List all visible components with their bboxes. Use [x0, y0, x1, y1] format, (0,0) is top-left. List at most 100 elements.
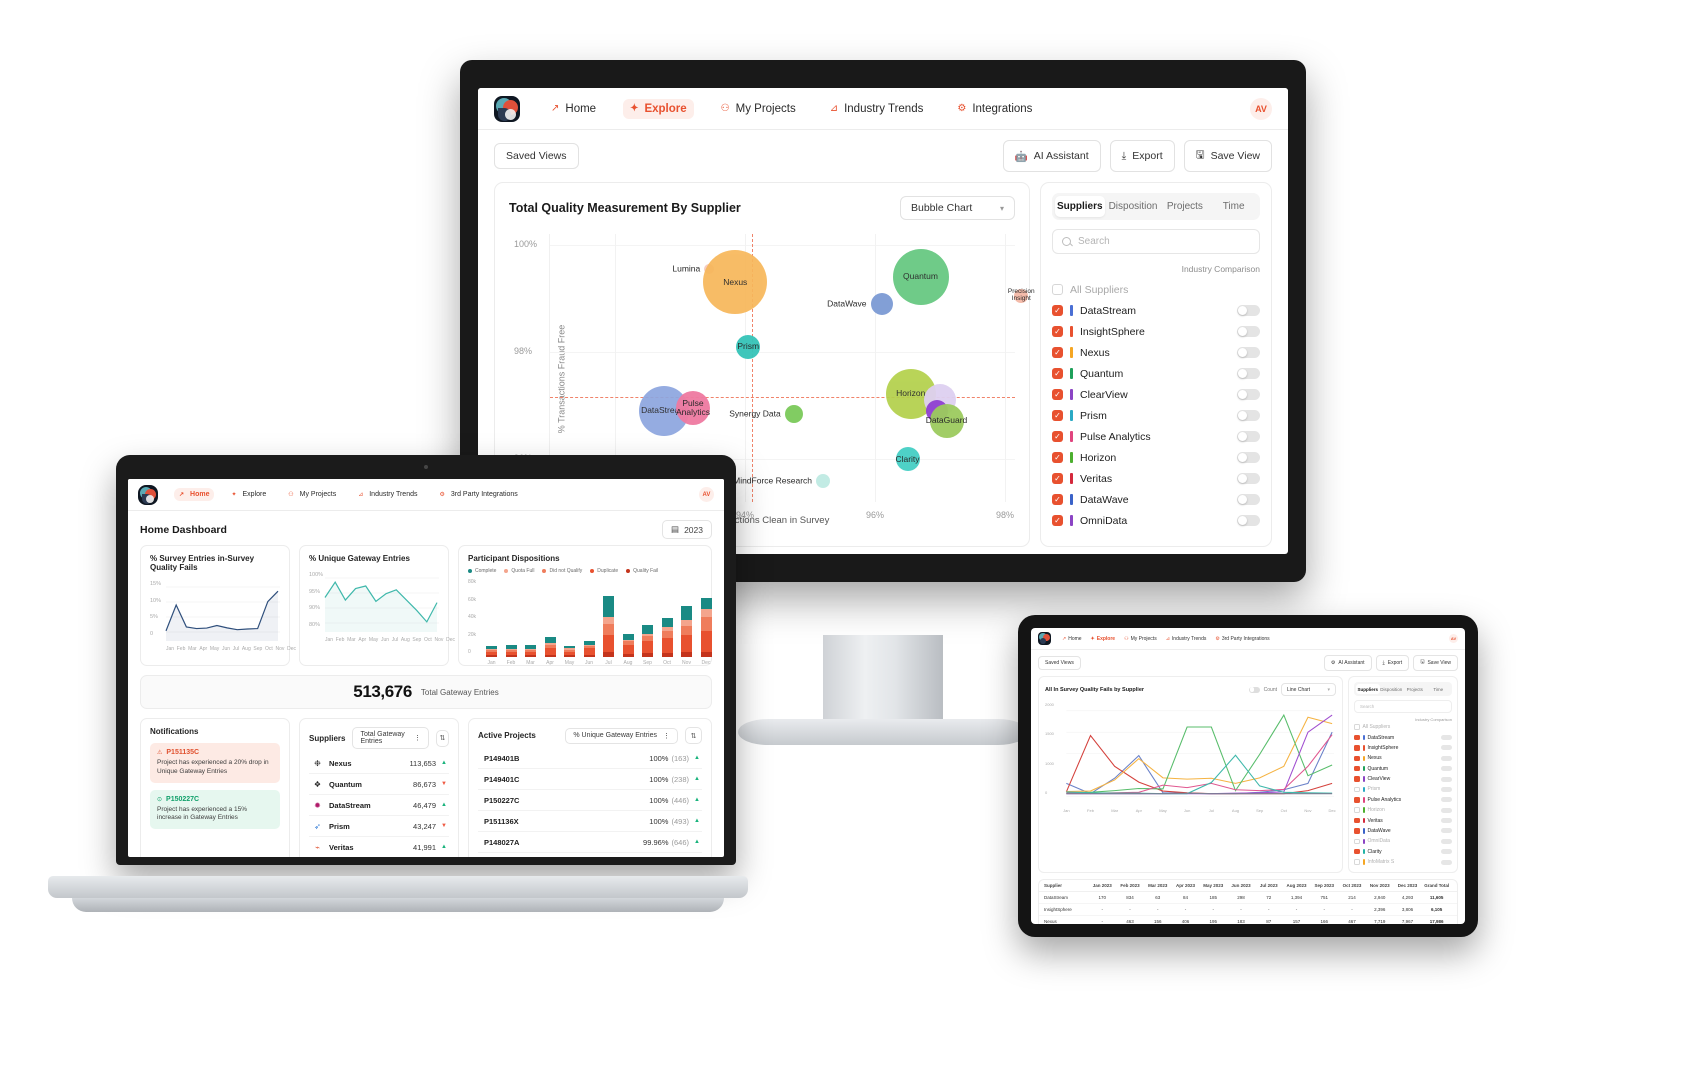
- filter-row[interactable]: InfoMatrix S: [1354, 857, 1452, 867]
- checkbox[interactable]: [1354, 755, 1360, 762]
- bar-column[interactable]: [564, 646, 575, 657]
- year-select[interactable]: ▤ 2023: [662, 520, 712, 539]
- industry-comparison-toggle[interactable]: [1237, 326, 1260, 337]
- bar-column[interactable]: [681, 605, 692, 657]
- filter-row[interactable]: Nexus: [1052, 342, 1260, 363]
- table-row[interactable]: P149401B 100% (163) ▲: [478, 748, 702, 769]
- checkbox[interactable]: [1354, 838, 1360, 845]
- bar-column[interactable]: [544, 636, 556, 657]
- notification-item[interactable]: ⊙ P150227C Project has experienced a 15% i…: [150, 789, 280, 830]
- tab-time[interactable]: Time: [1210, 196, 1257, 217]
- nav-item-home[interactable]: ↗ Home: [1062, 636, 1082, 642]
- tab-suppliers[interactable]: Suppliers: [1055, 196, 1105, 217]
- metric-select[interactable]: % Unique Gateway Entries ⋮: [565, 727, 678, 744]
- checkbox[interactable]: [1354, 797, 1360, 803]
- table-row[interactable]: P151136X 100% (493) ▲: [478, 811, 702, 832]
- bubble-precision-insight[interactable]: Precision Insight: [1008, 288, 1035, 303]
- table-row[interactable]: P149401C 100% (238) ▲: [478, 769, 702, 790]
- industry-comparison-toggle[interactable]: [1441, 828, 1452, 834]
- bar-column[interactable]: [505, 644, 517, 657]
- table-row[interactable]: Nexus - 463 156 406 195 183 87 157 166 467 7,719 7,9…: [1039, 916, 1457, 924]
- filter-row[interactable]: Quantum: [1354, 764, 1452, 774]
- checkbox[interactable]: [1354, 817, 1360, 824]
- tab-projects[interactable]: Projects: [1403, 684, 1427, 694]
- filter-row-all[interactable]: All Suppliers: [1052, 279, 1260, 300]
- checkbox[interactable]: [1354, 828, 1360, 834]
- count-toggle[interactable]: [1248, 686, 1260, 693]
- nav-item-3rd-party-integrations[interactable]: ⚙ 3rd Party Integrations: [1215, 636, 1269, 642]
- nav-item-industry-trends[interactable]: ⊿ Industry Trends: [1166, 636, 1207, 642]
- table-row[interactable]: P150227C 100% (446) ▲: [478, 790, 702, 811]
- checkbox[interactable]: [1052, 494, 1063, 505]
- filter-row[interactable]: Clarity: [1354, 847, 1452, 857]
- nav-item-my-projects[interactable]: ⚇ My Projects: [714, 99, 803, 119]
- bubble-dataguard[interactable]: DataGuard: [926, 403, 967, 438]
- checkbox[interactable]: [1354, 765, 1360, 772]
- avatar[interactable]: AV: [1250, 97, 1272, 120]
- ai-assistant-button[interactable]: ⚙ AI Assistant: [1323, 655, 1372, 671]
- bubble-pulse-analytics[interactable]: Pulse Analytics: [676, 391, 710, 426]
- industry-comparison-toggle[interactable]: [1441, 859, 1452, 865]
- table-row[interactable]: P151135B99.86% (493)▲: [478, 853, 702, 857]
- industry-comparison-toggle[interactable]: [1441, 745, 1452, 751]
- bar-column[interactable]: [603, 596, 614, 657]
- checkbox[interactable]: [1052, 347, 1063, 358]
- saved-views-button[interactable]: Saved Views: [494, 143, 579, 169]
- filter-row[interactable]: InsightSphere: [1052, 321, 1260, 342]
- industry-comparison-toggle[interactable]: [1237, 431, 1260, 442]
- table-row[interactable]: ❉ Nexus 113,653 ▲: [309, 753, 449, 774]
- nav-item-3rd-party-integrations[interactable]: ⚙ 3rd Party Integrations: [434, 488, 522, 501]
- ai-assistant-button[interactable]: 🤖 AI Assistant: [1002, 140, 1101, 172]
- checkbox[interactable]: [1052, 326, 1063, 337]
- industry-comparison-toggle[interactable]: [1441, 735, 1452, 741]
- industry-comparison-toggle[interactable]: [1237, 368, 1260, 379]
- industry-comparison-toggle[interactable]: [1441, 766, 1452, 772]
- nav-item-explore[interactable]: ✦ Explore: [226, 488, 271, 501]
- table-row[interactable]: ✹ DataStream 46,479 ▲: [309, 795, 449, 816]
- save-view-button[interactable]: 🖫 Save View: [1183, 140, 1272, 172]
- table-row[interactable]: ⌁ Veritas 41,991 ▲: [309, 837, 449, 857]
- bubble-datawave[interactable]: [870, 292, 893, 315]
- bubble-nexus[interactable]: Nexus: [703, 250, 768, 315]
- bar-column[interactable]: [700, 597, 712, 657]
- checkbox[interactable]: [1052, 305, 1063, 316]
- table-row[interactable]: ❖ Quantum 86,673 ▼: [309, 774, 449, 795]
- tab-projects[interactable]: Projects: [1162, 196, 1209, 217]
- table-row[interactable]: ➶ Prism 43,247 ▼: [309, 816, 449, 837]
- bar-column[interactable]: [525, 644, 536, 657]
- checkbox[interactable]: [1052, 431, 1063, 442]
- industry-comparison-toggle[interactable]: [1441, 838, 1452, 844]
- bubble-prism[interactable]: Prism: [736, 334, 761, 359]
- nav-item-home[interactable]: ↗ Home: [174, 488, 215, 501]
- column-header[interactable]: Jan 2023: [1088, 883, 1116, 888]
- filter-row[interactable]: Veritas: [1354, 815, 1452, 825]
- checkbox[interactable]: [1354, 724, 1360, 730]
- export-button[interactable]: ⤓ Export: [1109, 140, 1175, 172]
- industry-comparison-toggle[interactable]: [1441, 797, 1452, 803]
- filter-row[interactable]: ClearView: [1354, 774, 1452, 784]
- filter-row[interactable]: Prism: [1354, 784, 1452, 794]
- sort-button[interactable]: ⇅: [435, 729, 449, 747]
- column-header[interactable]: Aug 2023: [1283, 883, 1311, 888]
- filter-row[interactable]: DataStream: [1052, 300, 1260, 321]
- filter-row[interactable]: OmniData: [1052, 510, 1260, 531]
- bubble-mindforce-research[interactable]: [816, 473, 830, 488]
- bar-column[interactable]: [661, 618, 673, 657]
- industry-comparison-toggle[interactable]: [1237, 452, 1260, 463]
- tab-disposition[interactable]: Disposition: [1107, 196, 1160, 217]
- tab-time[interactable]: Time: [1427, 684, 1451, 694]
- column-header[interactable]: Sep 2023: [1310, 883, 1338, 888]
- column-header[interactable]: Apr 2023: [1172, 883, 1200, 888]
- bubble-clarity[interactable]: Clarity: [895, 447, 920, 472]
- bar-column[interactable]: [583, 641, 595, 657]
- column-header[interactable]: May 2023: [1199, 883, 1227, 888]
- nav-item-my-projects[interactable]: ⚇ My Projects: [1124, 636, 1157, 642]
- filter-row[interactable]: Horizon: [1052, 447, 1260, 468]
- filter-row[interactable]: DataWave: [1354, 826, 1452, 836]
- saved-views-button[interactable]: Saved Views: [1038, 656, 1081, 670]
- industry-comparison-toggle[interactable]: [1441, 818, 1452, 824]
- checkbox[interactable]: [1354, 745, 1360, 751]
- bar-column[interactable]: [486, 646, 497, 657]
- export-button[interactable]: ⤓ Export: [1375, 655, 1410, 671]
- checkbox[interactable]: [1354, 734, 1360, 741]
